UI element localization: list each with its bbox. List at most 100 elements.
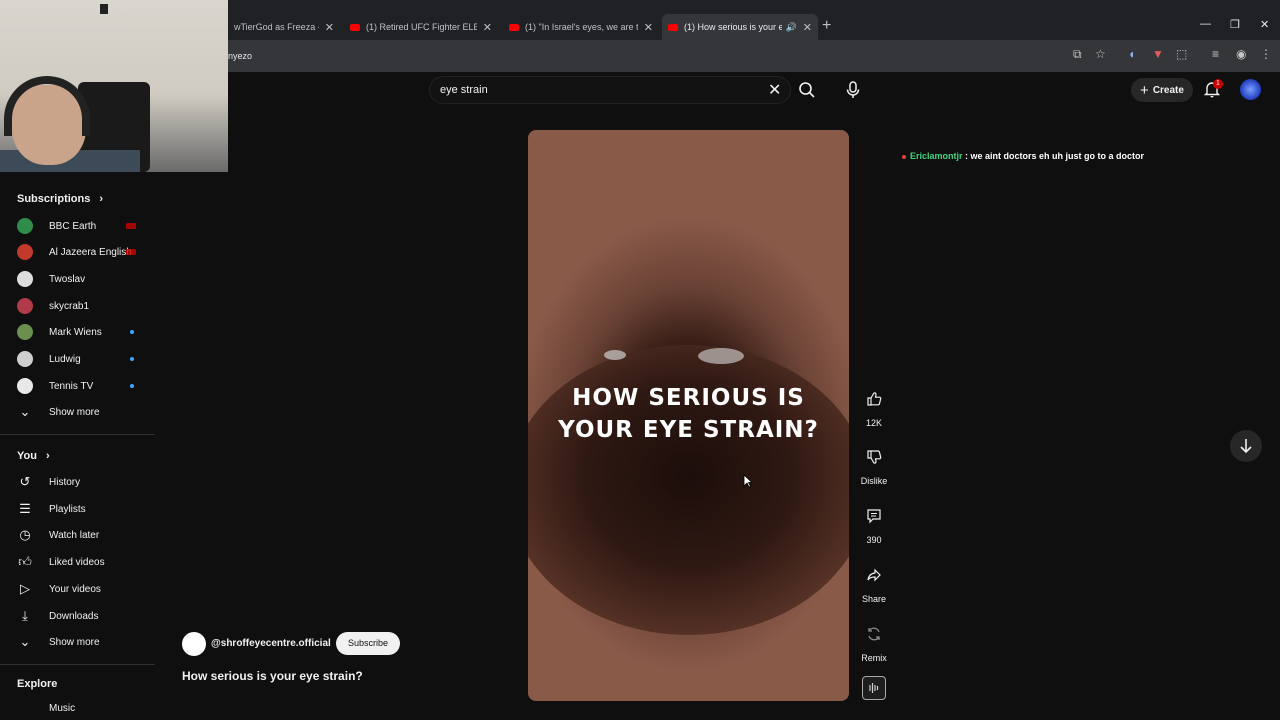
extensions-puzzle-icon[interactable]: ⬚ — [1176, 47, 1187, 61]
share-button[interactable]: Share — [856, 562, 892, 604]
comment-count: 390 — [866, 535, 882, 545]
browser-tab[interactable]: (1) "In Israel's eyes, we are terro ✕ — [503, 14, 659, 40]
sidebar-item-downloads[interactable]: ⤓ Downloads — [0, 603, 155, 629]
comments-button[interactable]: 390 — [856, 503, 892, 545]
clock-icon: ◷ — [19, 527, 31, 542]
sidebar-item-history[interactable]: ↺ History — [0, 469, 155, 495]
new-tab-icon[interactable]: + — [822, 17, 831, 35]
account-avatar[interactable] — [1240, 79, 1261, 100]
eye-reflection — [698, 348, 744, 364]
media-control-icon[interactable]: ≡ — [1212, 47, 1219, 61]
arrow-down-icon — [1240, 439, 1252, 454]
profile-icon[interactable]: ◉ — [1236, 47, 1246, 61]
close-tab-icon[interactable]: ✕ — [325, 21, 334, 34]
chevron-down-icon: ⌄ — [19, 634, 31, 649]
playlists-icon: ☰ — [19, 501, 31, 516]
extension-icon[interactable]: ▼ — [1152, 47, 1164, 61]
sidebar-item-bbc-earth[interactable]: BBC Earth — [0, 213, 155, 239]
clear-search-icon[interactable]: ✕ — [768, 80, 781, 100]
remix-button[interactable]: Remix — [856, 621, 892, 663]
browser-tab-active[interactable]: (1) How serious is your eye 🔊 ✕ — [662, 14, 818, 40]
like-button[interactable]: 12K — [856, 386, 892, 428]
channel-avatar — [17, 324, 33, 340]
search-input[interactable]: eye strain — [440, 84, 488, 96]
browser-tab[interactable]: wTierGod as Freeza - You ✕ — [228, 14, 340, 40]
you-show-more[interactable]: ⌄ Show more — [0, 629, 155, 655]
install-icon[interactable]: ⧉ — [1073, 47, 1082, 62]
history-icon: ↺ — [19, 474, 31, 489]
video-overlay-text: HOW SERIOUS IS YOUR EYE STRAIN? — [558, 385, 819, 443]
comment-icon — [861, 503, 887, 529]
webcam-overlay — [0, 0, 228, 172]
live-indicator-icon — [126, 249, 136, 255]
sidebar-item-your-videos[interactable]: ▷ Your videos — [0, 576, 155, 602]
sidebar-item-tennis-tv[interactable]: Tennis TV — [0, 373, 155, 399]
chat-text: : we aint doctors eh uh just go to a doc… — [962, 151, 1145, 161]
chevron-right-icon: › — [99, 193, 104, 205]
next-short-button[interactable] — [1230, 430, 1262, 462]
divider — [0, 434, 155, 435]
channel-avatar[interactable] — [182, 632, 206, 656]
sidebar-item-playlists[interactable]: ☰ Playlists — [0, 496, 155, 522]
bookmark-star-icon[interactable]: ☆ — [1095, 47, 1106, 61]
channel-handle[interactable]: @shroffeyecentre.official — [211, 638, 331, 649]
channel-avatar — [17, 271, 33, 287]
channel-avatar — [17, 378, 33, 394]
search-icon[interactable] — [798, 81, 816, 99]
explore-heading: Explore — [17, 678, 58, 690]
sidebar-item-mark-wiens[interactable]: Mark Wiens — [0, 319, 155, 345]
chat-username: Ericlamontjr — [910, 151, 963, 161]
new-content-dot-icon — [130, 357, 134, 361]
subscriptions-show-more[interactable]: ⌄ Show more — [0, 399, 155, 425]
sidebar-item-music[interactable]: Music — [0, 697, 155, 717]
you-heading[interactable]: You › — [17, 450, 50, 462]
dislike-button[interactable]: Dislike — [856, 444, 892, 486]
address-bar[interactable]: nyezo — [228, 45, 1088, 67]
sidebar-item-twoslav[interactable]: Twoslav — [0, 266, 155, 292]
close-tab-icon[interactable]: ✕ — [644, 21, 653, 34]
eye-reflection — [604, 350, 626, 360]
like-count: 12K — [865, 418, 882, 428]
chat-badge-icon — [902, 154, 906, 159]
microphone-icon[interactable] — [844, 80, 862, 100]
close-window-icon[interactable]: ✕ — [1260, 18, 1269, 31]
video-title[interactable]: How serious is your eye strain? — [182, 669, 363, 683]
mouse-cursor-icon — [743, 474, 753, 488]
sidebar-item-ludwig[interactable]: Ludwig — [0, 346, 155, 372]
plus-icon: + — [1140, 81, 1149, 99]
thumbs-down-icon — [861, 444, 887, 470]
subscriptions-heading[interactable]: Subscriptions › — [17, 193, 103, 205]
divider — [0, 664, 155, 665]
sidebar-item-al-jazeera[interactable]: Al Jazeera English — [0, 239, 155, 265]
audio-track-icon[interactable] — [862, 676, 886, 700]
webcam-object — [100, 4, 108, 14]
sidebar-item-liked-videos[interactable]: 👍︎ Liked videos — [0, 549, 155, 575]
download-icon: ⤓ — [22, 608, 28, 623]
close-tab-icon[interactable]: ✕ — [803, 21, 812, 34]
chevron-down-icon: ⌄ — [19, 404, 31, 419]
extension-icon[interactable]: ◖ — [1128, 47, 1135, 61]
chat-message: Ericlamontjr : we aint doctors eh uh jus… — [902, 151, 1144, 161]
youtube-favicon-icon — [668, 23, 678, 31]
youtube-favicon-icon — [509, 23, 519, 31]
browser-menu-icon[interactable]: ⋮ — [1260, 47, 1272, 61]
channel-avatar — [17, 244, 33, 260]
channel-avatar — [17, 218, 33, 234]
subscribe-button[interactable]: Subscribe — [336, 632, 400, 655]
live-indicator-icon — [126, 223, 136, 229]
channel-avatar — [17, 298, 33, 314]
sidebar-item-skycrab1[interactable]: skycrab1 — [0, 293, 155, 319]
speaker-icon[interactable]: 🔊 — [786, 22, 797, 33]
notification-badge: 1 — [1213, 79, 1223, 89]
sidebar-item-watch-later[interactable]: ◷ Watch later — [0, 522, 155, 548]
maximize-icon[interactable]: ❐ — [1230, 18, 1240, 31]
minimize-icon[interactable]: — — [1200, 18, 1211, 30]
short-video-player[interactable]: HOW SERIOUS IS YOUR EYE STRAIN? — [528, 130, 849, 701]
remix-icon — [861, 621, 887, 647]
close-tab-icon[interactable]: ✕ — [483, 21, 492, 34]
chevron-right-icon: › — [46, 450, 50, 462]
new-content-dot-icon — [130, 384, 134, 388]
headphones — [4, 76, 90, 136]
browser-tab[interactable]: (1) Retired UFC Fighter ELBOWS ✕ — [344, 14, 498, 40]
create-button[interactable]: + Create — [1131, 78, 1193, 102]
